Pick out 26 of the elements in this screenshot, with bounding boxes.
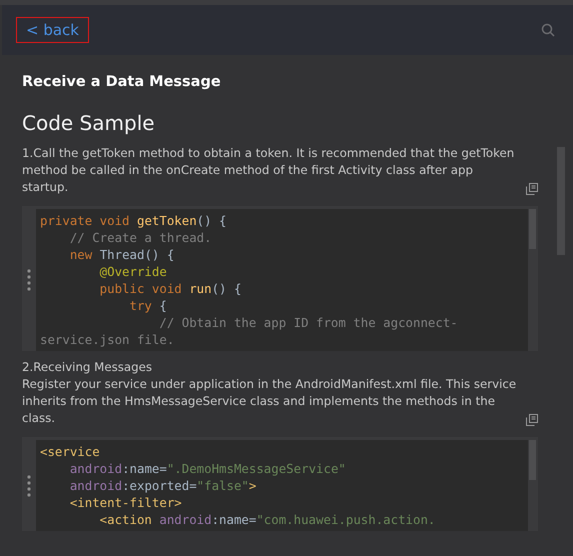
scrollbar-thumb[interactable] [528,209,536,249]
step-description: 1.Call the getToken method to obtain a token. It is recommended that the getToken method be called in the onCreate method of the first Activity class after app startup. [22,145,516,196]
section-heading: Code Sample [22,110,156,137]
step-description: Register your service under application in the AndroidManifest.xml file. This service inherits from the HmsMessageService class and implements the methods in the class. [22,376,518,427]
code-line: new Thread() { [68,246,176,263]
code-line: try { [128,297,168,314]
drag-handle-icon[interactable] [27,269,31,291]
back-link[interactable]: < back [16,17,89,43]
code-line: android:exported="false"> [68,477,258,494]
code-line: // Create a thread. [68,229,213,246]
code-line: @Override [98,263,168,280]
code-line: public void run() { [98,280,242,297]
code-line: private void getToken() { [40,212,228,229]
copy-icon[interactable] [526,183,538,195]
code-line: <action android:name="com.huawei.push.action. [98,511,436,528]
page-title: Receive a Data Message [22,73,222,92]
copy-icon[interactable] [526,414,538,426]
code-line: service.json file. [40,331,176,348]
step-title: 2.Receiving Messages [22,359,154,376]
code-line: <intent-filter> [68,494,183,511]
code-line: <service [40,443,101,460]
code-line: android:name=".DemoHmsMessageService" [68,460,347,477]
scrollbar-thumb[interactable] [528,440,536,480]
code-line: // Obtain the app ID from the agconnect- [158,314,459,331]
search-icon[interactable] [541,23,555,37]
drag-handle-icon[interactable] [27,474,31,496]
